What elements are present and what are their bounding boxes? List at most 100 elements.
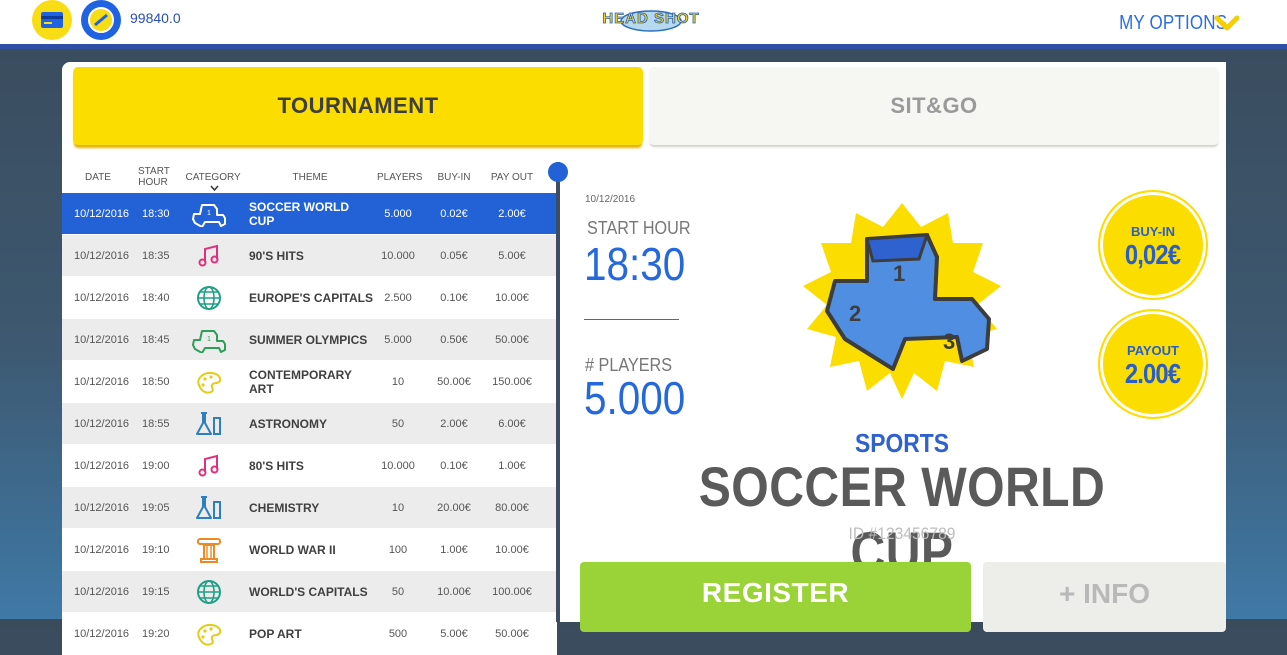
top-bar: 99840.0 HEAD SHOT MY OPTIONS — [0, 0, 1287, 44]
palette-icon — [197, 623, 222, 646]
row-category — [190, 361, 228, 402]
header-start-hour[interactable]: START HOUR — [133, 166, 173, 188]
row-date: 10/12/2016 — [74, 375, 130, 388]
table-body: 10/12/2016 18:30 1 SOCCER WORLD CUP 5.000 0.0… — [62, 193, 557, 655]
row-theme: ASTRONOMY — [249, 416, 327, 431]
detail-tournament-id: ID #123456789 — [848, 524, 956, 543]
palette-icon — [197, 371, 222, 394]
table-row[interactable]: 10/12/2016 18:55 ASTRONOMY 50 2.00€ 6.00€ — [62, 403, 557, 445]
row-category — [190, 613, 228, 654]
header-date[interactable]: DATE — [78, 172, 118, 183]
row-pay-out: 5.00€ — [498, 249, 526, 262]
row-players: 2.500 — [384, 291, 412, 304]
header-start-hour-label: START HOUR — [138, 166, 170, 188]
row-buy-in: 0.05€ — [440, 249, 468, 262]
row-players: 10 — [391, 501, 405, 514]
header-pay-out[interactable]: PAY OUT — [490, 172, 534, 183]
row-theme: CONTEMPORARY ART — [249, 367, 352, 396]
row-buy-in: 10.00€ — [437, 585, 471, 598]
row-pay-out: 50.00€ — [495, 627, 529, 640]
row-theme: 80'S HITS — [249, 458, 304, 473]
row-players: 500 — [388, 627, 408, 640]
row-start-hour: 18:35 — [142, 249, 170, 262]
table-row[interactable]: 10/12/2016 18:30 1 SOCCER WORLD CUP 5.000 0.0… — [62, 193, 557, 235]
row-pay-out: 150.00€ — [492, 375, 532, 388]
header-theme[interactable]: THEME — [282, 172, 338, 183]
balance-value: 99840.0 — [130, 10, 181, 26]
row-category — [190, 487, 228, 528]
scrollbar-thumb[interactable] — [548, 162, 568, 182]
row-theme: EUROPE'S CAPITALS — [249, 290, 373, 305]
row-buy-in: 5.00€ — [440, 627, 468, 640]
row-start-hour: 19:15 — [142, 585, 170, 598]
row-players: 50 — [391, 417, 405, 430]
header-buy-in[interactable]: BUY-IN — [435, 172, 473, 183]
my-options-menu[interactable]: MY OPTIONS — [1119, 12, 1227, 35]
table-row[interactable]: 10/12/2016 18:45 1 SUMMER OLYMPICS 5.000 0.50… — [62, 319, 557, 361]
svg-text:HEAD SHOT: HEAD SHOT — [602, 10, 699, 27]
table-row[interactable]: 10/12/2016 19:10 WORLD WAR II 100 1.00€ 10.00… — [62, 529, 557, 571]
row-theme: WORLD'S CAPITALS — [249, 584, 368, 599]
start-hour-value: 18:30 — [584, 238, 686, 290]
flask-icon — [196, 411, 221, 435]
row-date: 10/12/2016 — [74, 207, 130, 220]
table-row[interactable]: 10/12/2016 19:15 WORLD'S CAPITALS 50 10.00€ 1… — [62, 571, 557, 613]
svg-text:3: 3 — [943, 329, 955, 354]
row-date: 10/12/2016 — [74, 249, 130, 262]
chevron-down-icon[interactable] — [1214, 14, 1240, 32]
row-category — [190, 235, 228, 276]
row-category — [190, 277, 228, 318]
buy-in-value: 0,02€ — [1125, 238, 1181, 270]
table-row[interactable]: 10/12/2016 19:00 80'S HITS 10.000 0.10€ 1.00€ — [62, 445, 557, 487]
row-date: 10/12/2016 — [74, 417, 130, 430]
flask-icon — [196, 495, 221, 519]
register-button[interactable]: REGISTER — [580, 562, 971, 632]
svg-text:1: 1 — [207, 210, 211, 217]
row-date: 10/12/2016 — [74, 543, 130, 556]
row-category — [190, 445, 228, 486]
chevron-down-icon — [210, 185, 219, 192]
table-row[interactable]: 10/12/2016 19:20 POP ART 500 5.00€ 50.00€ — [62, 613, 557, 655]
credit-card-icon[interactable] — [32, 0, 72, 40]
header-players[interactable]: PLAYERS — [377, 172, 422, 183]
row-players: 10.000 — [381, 249, 415, 262]
podium-icon: 1 — [192, 329, 226, 353]
row-start-hour: 19:05 — [142, 501, 170, 514]
header-category[interactable]: CATEGORY — [183, 172, 243, 194]
music-note-icon — [198, 454, 219, 476]
row-date: 10/12/2016 — [74, 291, 130, 304]
headshot-logo: HEAD SHOT — [602, 10, 699, 32]
row-pay-out: 1.00€ — [498, 459, 526, 472]
tournament-panel: TOURNAMENT SIT&GO DATE START HOUR CATEGO… — [62, 62, 1226, 655]
row-theme: 90'S HITS — [249, 248, 304, 263]
row-pay-out: 80.00€ — [495, 501, 529, 514]
table-row[interactable]: 10/12/2016 18:50 CONTEMPORARY ART 10 50.00€ 1… — [62, 361, 557, 403]
row-date: 10/12/2016 — [74, 459, 130, 472]
payout-badge: PAYOUT 2.00€ — [1098, 309, 1208, 419]
tab-sit-and-go[interactable]: SIT&GO — [649, 67, 1219, 145]
row-start-hour: 19:20 — [142, 627, 170, 640]
more-info-button[interactable]: + INFO — [983, 562, 1226, 632]
row-category — [190, 529, 228, 570]
svg-text:2: 2 — [849, 301, 861, 326]
row-buy-in: 20.00€ — [437, 501, 471, 514]
row-start-hour: 18:40 — [142, 291, 170, 304]
row-buy-in: 0.50€ — [440, 333, 468, 346]
start-hour-label: START HOUR — [587, 218, 691, 238]
tournament-table: DATE START HOUR CATEGORY THEME PLAYERS B… — [62, 162, 557, 655]
row-pay-out: 50.00€ — [495, 333, 529, 346]
row-pay-out: 10.00€ — [495, 543, 529, 556]
row-theme: SUMMER OLYMPICS — [249, 332, 368, 347]
row-category: 1 — [190, 319, 228, 360]
row-buy-in: 0.10€ — [440, 459, 468, 472]
music-note-icon — [198, 244, 219, 266]
coin-icon[interactable] — [81, 0, 121, 40]
table-row[interactable]: 10/12/2016 18:35 90'S HITS 10.000 0.05€ 5.00€ — [62, 235, 557, 277]
row-date: 10/12/2016 — [74, 585, 130, 598]
tab-tournament[interactable]: TOURNAMENT — [73, 67, 643, 145]
row-buy-in: 0.02€ — [440, 207, 468, 220]
svg-text:1: 1 — [207, 336, 211, 343]
scrollbar-track[interactable] — [556, 162, 560, 622]
table-row[interactable]: 10/12/2016 19:05 CHEMISTRY 10 20.00€ 80.00€ — [62, 487, 557, 529]
table-row[interactable]: 10/12/2016 18:40 EUROPE'S CAPITALS 2.500 0.1… — [62, 277, 557, 319]
